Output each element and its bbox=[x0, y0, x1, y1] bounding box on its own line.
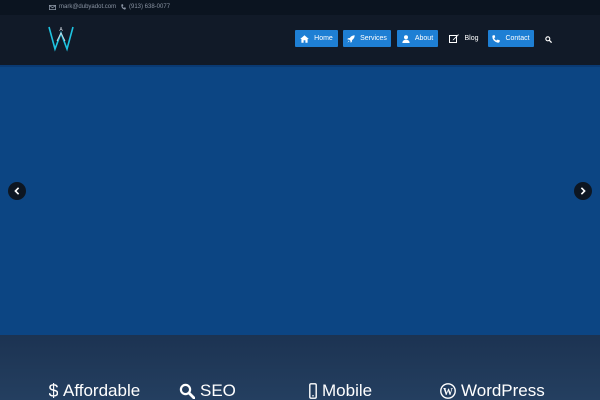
features-section: $ Affordable SEO Mobile W WordPress bbox=[0, 335, 600, 400]
feature-mobile-label: Mobile bbox=[322, 381, 373, 400]
nav-services[interactable]: Services bbox=[343, 30, 391, 47]
feature-wordpress-label: WordPress bbox=[461, 381, 545, 400]
svg-text:W: W bbox=[443, 387, 453, 398]
search-icon bbox=[544, 30, 552, 48]
nav-services-label: Services bbox=[360, 35, 387, 42]
header: A Home Services About Blog Contact bbox=[0, 15, 600, 65]
envelope-icon bbox=[49, 4, 56, 10]
nav-contact-label: Contact bbox=[505, 35, 530, 42]
nav-contact[interactable]: Contact bbox=[488, 30, 534, 47]
nav-blog[interactable]: Blog bbox=[446, 30, 482, 47]
feature-seo: SEO bbox=[179, 381, 236, 400]
phone-text: (913) 638-0077 bbox=[129, 4, 171, 10]
main-nav: Home Services About Blog Contact bbox=[0, 30, 600, 48]
feature-affordable-label: Affordable bbox=[63, 381, 141, 400]
slider-prev-button[interactable] bbox=[8, 182, 26, 200]
feature-wordpress: W WordPress bbox=[440, 381, 545, 400]
nav-about[interactable]: About bbox=[397, 30, 438, 47]
header-search-button[interactable] bbox=[542, 30, 554, 47]
chevron-right-icon bbox=[580, 182, 586, 200]
feature-affordable: $ Affordable bbox=[49, 381, 140, 400]
hero-slider bbox=[0, 67, 600, 335]
feature-seo-label: SEO bbox=[200, 381, 236, 400]
mobile-icon bbox=[309, 383, 317, 399]
edit-icon bbox=[449, 34, 460, 43]
slider-next-button[interactable] bbox=[574, 182, 592, 200]
user-icon bbox=[402, 34, 410, 43]
feature-mobile: Mobile bbox=[309, 381, 372, 400]
svg-text:$: $ bbox=[49, 382, 58, 400]
phone-icon bbox=[121, 4, 126, 10]
top-bar: mark@dubyadot.com (913) 638-0077 bbox=[0, 0, 600, 15]
topbar-email[interactable]: mark@dubyadot.com bbox=[49, 3, 116, 11]
rocket-icon bbox=[347, 34, 355, 43]
search-icon bbox=[179, 383, 195, 399]
topbar-phone[interactable]: (913) 638-0077 bbox=[121, 3, 170, 11]
nav-home-label: Home bbox=[314, 35, 333, 42]
nav-home[interactable]: Home bbox=[295, 30, 338, 47]
page: mark@dubyadot.com (913) 638-0077 A Home bbox=[0, 0, 600, 400]
email-text: mark@dubyadot.com bbox=[59, 4, 117, 10]
nav-about-label: About bbox=[414, 35, 434, 42]
home-icon bbox=[300, 34, 309, 43]
nav-blog-label: Blog bbox=[464, 35, 479, 42]
phone-icon bbox=[492, 34, 501, 43]
chevron-left-icon bbox=[14, 182, 20, 200]
dollar-icon: $ bbox=[49, 382, 58, 400]
wordpress-icon: W bbox=[440, 383, 456, 399]
